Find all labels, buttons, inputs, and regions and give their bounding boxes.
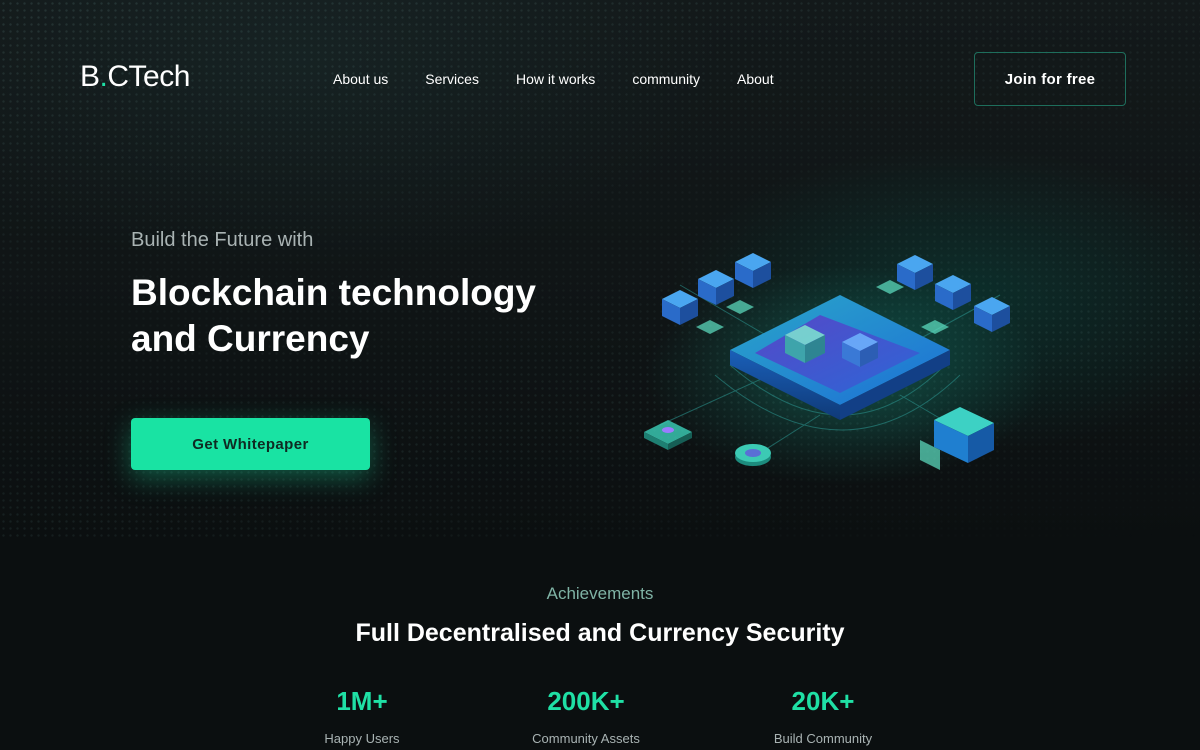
stat-label: Community Assets [532, 731, 640, 746]
achievements-title: Full Decentralised and Currency Security [355, 619, 845, 647]
main-nav: About us Services How it works community… [333, 71, 811, 87]
isometric-blockchain-illustration-icon [644, 253, 1040, 485]
stat-value: 200K+ [547, 686, 625, 716]
nav-item-about-us[interactable]: About us [333, 71, 388, 87]
nav-item-about[interactable]: About [737, 71, 774, 87]
stat-label: Build Community [773, 731, 873, 746]
achievements-label: Achievements [546, 584, 654, 603]
stat-value: 20K+ [791, 686, 855, 716]
nav-item-how-it-works[interactable]: How it works [516, 71, 595, 87]
stat-happy-users: 1M+ Happy Users [262, 686, 462, 746]
stat-value: 1M+ [336, 686, 388, 716]
join-for-free-button[interactable]: Join for free [974, 52, 1126, 106]
stat-community-assets: 200K+ Community Assets [486, 686, 686, 746]
get-whitepaper-button[interactable]: Get Whitepaper [131, 418, 370, 470]
hero-title: Blockchain technology and Currency [131, 270, 591, 362]
stat-build-community: 20K+ Build Community [723, 686, 923, 746]
nav-item-services[interactable]: Services [425, 71, 479, 87]
hero-title-line-2: and Currency [131, 318, 370, 359]
brand-logo[interactable]: B.CTech [80, 60, 190, 94]
hero-title-line-1: Blockchain technology [131, 272, 537, 313]
logo-text-suffix: CTech [107, 60, 190, 93]
hero-subtitle: Build the Future with [131, 229, 314, 251]
nav-item-community[interactable]: community [632, 71, 700, 87]
stat-label: Happy Users [324, 731, 400, 746]
logo-text-prefix: B [80, 60, 100, 93]
